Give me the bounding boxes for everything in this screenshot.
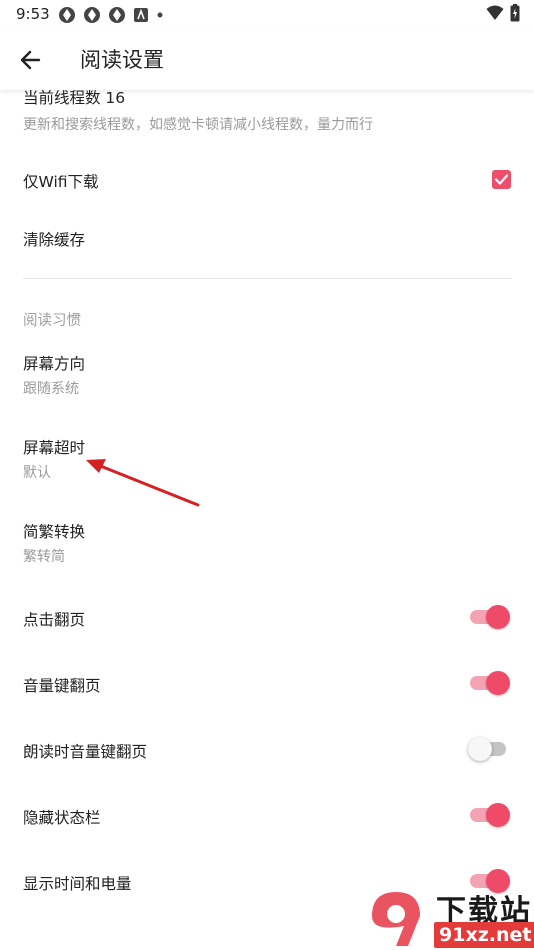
switch-thumb	[486, 605, 510, 629]
wifi-only-download-setting[interactable]: 仅Wifi下载	[23, 170, 512, 194]
setting-title: 隐藏状态栏	[23, 809, 101, 827]
battery-icon	[510, 4, 520, 22]
status-bar: 9:53	[0, 0, 534, 28]
read-aloud-volume-key-switch[interactable]	[468, 735, 508, 763]
setting-title: 屏幕超时	[23, 439, 86, 457]
annotation-arrow-icon	[86, 459, 200, 507]
setting-subtitle: 更新和搜索线程数，如感觉卡顿请减小线程数，量力而行	[23, 117, 373, 133]
tap-to-turn-page-setting[interactable]: 点击翻页	[23, 608, 512, 632]
watermark-logo-icon	[372, 892, 420, 946]
section-header: 阅读习惯	[23, 313, 81, 329]
notification-icons	[58, 6, 164, 24]
page-title: 阅读设置	[80, 48, 164, 72]
back-button[interactable]	[14, 44, 46, 76]
setting-title: 简繁转换	[23, 523, 86, 541]
wifi-only-checkbox[interactable]	[492, 170, 511, 189]
setting-title: 音量键翻页	[23, 677, 101, 695]
app-notification-icon	[84, 7, 100, 23]
app-notification-icon	[109, 7, 125, 23]
setting-title: 朗读时音量键翻页	[23, 743, 148, 761]
switch-thumb	[486, 671, 510, 695]
more-notifications-dot-icon	[157, 12, 163, 18]
setting-title: 仅Wifi下载	[23, 173, 99, 191]
chinese-conversion-setting[interactable]: 简繁转换 繁转简	[23, 520, 512, 570]
setting-title: 清除缓存	[23, 231, 86, 249]
app-notification-icon	[59, 7, 75, 23]
switch-thumb	[468, 737, 492, 761]
hide-status-bar-switch[interactable]	[470, 801, 510, 829]
clear-cache-setting[interactable]: 清除缓存	[23, 228, 512, 252]
read-aloud-volume-key-setting[interactable]: 朗读时音量键翻页	[23, 740, 512, 764]
volume-key-turn-page-setting[interactable]: 音量键翻页	[23, 674, 512, 698]
status-time: 9:53	[16, 5, 50, 23]
wifi-icon	[486, 5, 504, 20]
app-bar: 阅读设置	[0, 28, 534, 90]
watermark-text-bottom: 91xz.net	[434, 922, 534, 948]
system-icons	[486, 4, 520, 22]
volume-key-turn-page-switch[interactable]	[470, 669, 510, 697]
setting-subtitle: 默认	[23, 465, 51, 481]
screen-orientation-setting[interactable]: 屏幕方向 跟随系统	[23, 352, 512, 402]
setting-subtitle: 繁转简	[23, 549, 65, 565]
store-notification-icon	[134, 8, 148, 22]
divider	[23, 278, 512, 279]
watermark-logo: 下载站 91xz.net	[364, 886, 534, 950]
switch-thumb	[486, 803, 510, 827]
check-icon	[494, 174, 509, 185]
hide-status-bar-setting[interactable]: 隐藏状态栏	[23, 806, 512, 830]
arrow-back-icon	[20, 50, 41, 70]
setting-title: 显示时间和电量	[23, 875, 132, 893]
setting-title: 点击翻页	[23, 611, 86, 629]
setting-title: 屏幕方向	[23, 355, 86, 373]
setting-subtitle: 跟随系统	[23, 381, 79, 397]
tap-to-turn-page-switch[interactable]	[470, 603, 510, 631]
thread-count-setting[interactable]: 当前线程数 16 更新和搜索线程数，如感觉卡顿请减小线程数，量力而行	[23, 86, 512, 136]
